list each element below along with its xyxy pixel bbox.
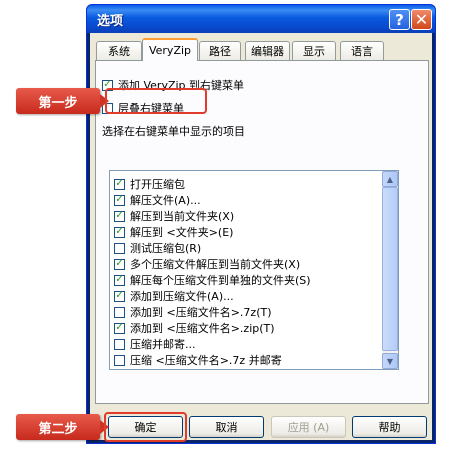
scroll-up-button[interactable]: ▲ <box>382 171 398 187</box>
list-item-checkbox[interactable]: ✓ <box>114 322 125 334</box>
list-item-label: 压缩并邮寄... <box>130 338 196 351</box>
check-icon: ✓ <box>115 322 124 333</box>
list-item-checkbox[interactable]: ✓ <box>114 290 125 302</box>
list-item-checkbox[interactable]: ✓ <box>114 274 125 286</box>
list-item-label: 解压到当前文件夹(X) <box>130 210 235 223</box>
scroll-down-icon: ▼ <box>386 356 394 366</box>
tab-language[interactable]: 语言 <box>340 41 384 60</box>
list-item[interactable]: ✓ 添加到压缩文件(A)... <box>114 288 234 304</box>
scroll-down-button[interactable]: ▼ <box>382 353 398 369</box>
list-item[interactable]: ✓ 解压到当前文件夹(X) <box>114 208 234 224</box>
check-icon: ✓ <box>115 226 124 237</box>
list-item[interactable]: ✓ 多个压缩文件解压到当前文件夹(X) <box>114 256 300 272</box>
tab-path[interactable]: 路径 <box>199 41 241 60</box>
context-menu-items-list[interactable]: ✓ 打开压缩包 ✓ 解压文件(A)... ✓ 解压到当前文件夹(X) ✓ 解压到… <box>109 170 399 370</box>
list-item-label: 压缩 <压缩文件名>.7z 并邮寄 <box>130 354 282 367</box>
tab-system[interactable]: 系统 <box>96 41 142 60</box>
list-item-label: 添加到 <压缩文件名>.zip(T) <box>130 322 275 335</box>
list-item[interactable]: ✓ 解压到 <文件夹>(E) <box>114 224 233 240</box>
list-item-label: 添加到压缩文件(A)... <box>130 290 234 303</box>
list-item-checkbox[interactable] <box>114 354 125 366</box>
list-item-checkbox[interactable] <box>114 306 125 318</box>
list-item-label: 添加到 <压缩文件名>.7z(T) <box>130 306 272 319</box>
tab-display[interactable]: 显示 <box>292 41 336 60</box>
list-item-label: 多个压缩文件解压到当前文件夹(X) <box>130 258 301 271</box>
ok-button-highlight <box>104 412 187 442</box>
apply-button[interactable]: 应用 (A) <box>271 416 346 438</box>
list-item-checkbox[interactable]: ✓ <box>114 178 125 190</box>
help-title-button[interactable]: ? <box>389 9 410 30</box>
check-icon: ✓ <box>115 274 124 285</box>
scroll-thumb[interactable] <box>382 187 398 351</box>
list-item[interactable]: 测试压缩包(R) <box>114 240 201 256</box>
check-icon: ✓ <box>115 194 124 205</box>
list-item-checkbox[interactable] <box>114 242 125 254</box>
close-icon: ✕ <box>414 10 429 29</box>
help-icon: ? <box>395 10 404 29</box>
list-scrollbar[interactable]: ▲ ▼ <box>382 171 398 369</box>
menu-items-heading: 选择在右键菜单中显示的项目 <box>102 125 245 138</box>
window-title: 选项 <box>97 14 124 29</box>
list-item[interactable]: 添加到 <压缩文件名>.7z(T) <box>114 304 272 320</box>
list-item-label: 解压到 <文件夹>(E) <box>130 226 234 239</box>
check-icon: ✓ <box>115 290 124 301</box>
list-item-label: 解压每个压缩文件到单独的文件夹(S) <box>130 274 311 287</box>
check-icon: ✓ <box>115 178 124 189</box>
tab-editor[interactable]: 编辑器 <box>245 41 290 60</box>
list-item-checkbox[interactable]: ✓ <box>114 194 125 206</box>
list-item-checkbox[interactable] <box>114 338 125 350</box>
list-item-label: 测试压缩包(R) <box>130 242 202 255</box>
tab-veryzip[interactable]: VeryZip <box>142 38 198 61</box>
scroll-up-icon: ▲ <box>386 174 394 184</box>
close-button[interactable]: ✕ <box>411 9 432 30</box>
list-item[interactable]: ✓ 打开压缩包 <box>114 176 185 192</box>
screenshot-stage: 选项 ? ✕ 系统 VeryZip 路径 编辑器 显示 语言 ✓ 添加 Very… <box>0 0 450 450</box>
list-item[interactable]: ✓ 添加到 <压缩文件名>.zip(T) <box>114 320 275 336</box>
check-icon: ✓ <box>115 210 124 221</box>
cancel-button[interactable]: 取消 <box>189 416 264 438</box>
options-dialog: 选项 ? ✕ 系统 VeryZip 路径 编辑器 显示 语言 ✓ 添加 Very… <box>86 4 436 444</box>
check-icon: ✓ <box>115 258 124 269</box>
help-button[interactable]: 帮助 <box>352 416 427 438</box>
list-item-label: 打开压缩包 <box>130 178 185 191</box>
list-item-checkbox[interactable]: ✓ <box>114 210 125 222</box>
list-item-label: 解压文件(A)... <box>130 194 201 207</box>
title-bar[interactable]: 选项 ? ✕ <box>87 5 435 33</box>
list-item[interactable]: ✓ 解压文件(A)... <box>114 192 201 208</box>
list-item[interactable]: ✓ 解压每个压缩文件到单独的文件夹(S) <box>114 272 311 288</box>
list-item-checkbox[interactable]: ✓ <box>114 258 125 270</box>
list-item[interactable]: 压缩 <压缩文件名>.7z 并邮寄 <box>114 352 282 368</box>
step-one-callout: 第一步 <box>16 88 100 114</box>
list-item[interactable]: 压缩并邮寄... <box>114 336 196 352</box>
cascade-option-highlight <box>105 88 207 114</box>
step-two-callout: 第二步 <box>16 414 100 440</box>
list-item-checkbox[interactable]: ✓ <box>114 226 125 238</box>
